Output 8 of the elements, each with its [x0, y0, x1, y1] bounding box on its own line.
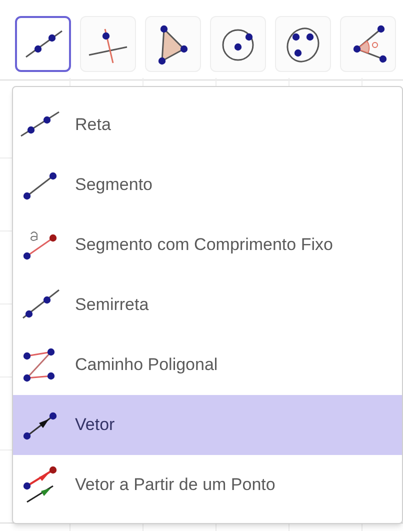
menu-item[interactable]: Segmento com Comprimento Fixo [13, 215, 402, 275]
tool-button[interactable] [15, 16, 71, 72]
menu-item[interactable]: Semirreta [13, 275, 402, 335]
menu-item[interactable]: Caminho Poligonal [13, 335, 402, 395]
menu-item[interactable]: Vetor a Partir de um Ponto [13, 455, 402, 515]
menu-item[interactable]: Segmento [13, 155, 402, 215]
menu-item[interactable]: Vetor [13, 395, 402, 455]
menu-item[interactable]: Reta [13, 95, 402, 155]
